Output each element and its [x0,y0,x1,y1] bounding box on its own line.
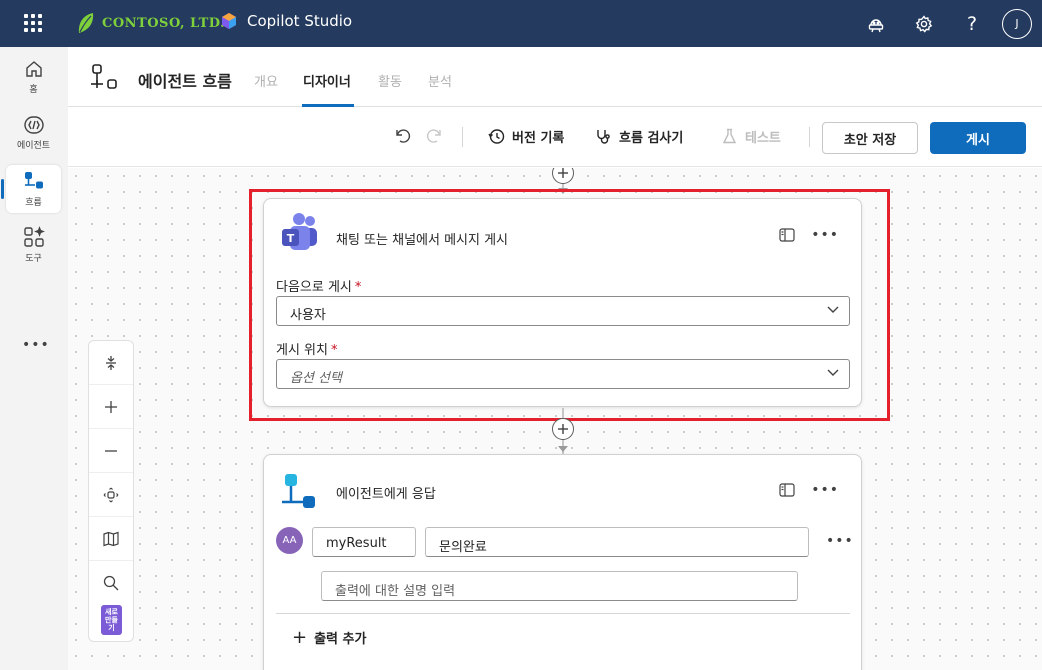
toolbar-divider [809,127,810,147]
leaf-logo-icon [78,13,94,33]
agent-environment-icon[interactable] [852,0,900,47]
panel-icon[interactable] [779,228,795,242]
left-rail: 홈 에이전트 흐름 도구 ••• [0,47,68,670]
agent-icon [23,116,44,134]
map-icon [103,531,119,546]
user-avatar[interactable]: J [1002,8,1032,39]
post-message-card[interactable]: T 채팅 또는 채널에서 메시지 게시 ••• 다음으로 게시 * 사용자 게시 … [263,198,862,407]
card-title: 채팅 또는 채널에서 메시지 게시 [336,233,509,248]
copilot-studio-logo-icon [222,13,236,29]
panel-icon[interactable] [779,483,795,497]
settings-icon[interactable] [900,0,948,47]
tab-activity[interactable]: 활동 [378,71,402,90]
rail-item-flows[interactable]: 흐름 [1,165,61,213]
company-name: CONTOSO, LTD. [102,15,226,31]
rail-item-home[interactable]: 홈 [6,53,61,101]
version-history-button[interactable]: 버전 기록 [488,127,564,146]
home-icon [25,61,42,77]
rail-item-tools[interactable]: 도구 [6,221,61,269]
history-icon [488,129,505,144]
tab-analytics[interactable]: 분석 [428,71,452,90]
card-title: 에이전트에게 응답 [336,487,436,502]
fit-view-icon [103,487,119,502]
flow-page-icon [91,64,117,89]
fit-view-button[interactable] [89,473,133,517]
add-output-button[interactable]: + 출력 추가 [292,627,366,648]
test-button[interactable]: 테스트 [721,127,781,146]
teams-icon: T [282,213,317,250]
output-name-input[interactable]: myResult [312,527,416,557]
svg-text:T: T [287,232,295,245]
product-name[interactable]: Copilot Studio [220,12,352,30]
search-icon [103,575,119,591]
minus-icon [105,449,117,452]
flask-icon [722,128,737,144]
company-logo[interactable]: CONTOSO, LTD. [76,11,225,35]
connector-arrow [558,446,568,452]
post-in-dropdown[interactable]: 옵션 선택 [276,359,850,389]
post-as-dropdown[interactable]: 사용자 [276,296,850,326]
zoom-controls: 새로 만들 기 [88,340,134,642]
rail-more-button[interactable]: ••• [22,337,50,353]
plus-icon [558,168,568,178]
respond-to-agent-card[interactable]: 에이전트에게 응답 ••• AA myResult 문의완료 ••• 출력에 대… [263,454,862,670]
search-button[interactable] [89,561,133,605]
plus-icon: + [292,627,308,648]
undo-icon [396,129,411,143]
save-draft-button[interactable]: 초안 저장 [822,122,918,154]
output-description-input[interactable]: 출력에 대한 설명 입력 [321,571,798,601]
flow-icon [24,172,43,189]
flow-canvas[interactable]: 새로 만들 기 T 채팅 또는 채널에서 메시지 게시 ••• 다음으로 게시 … [68,168,1042,670]
plus-icon [105,400,117,413]
output-value-input[interactable]: 문의완료 [425,527,809,557]
top-bar: CONTOSO, LTD. Copilot Studio ? J [0,0,1042,47]
more-options-button[interactable]: ••• [811,482,839,498]
page-header: 에이전트 흐름 개요 디자이너 활동 분석 [68,47,1042,107]
card-divider [276,613,850,614]
zoom-out-button[interactable] [89,429,133,473]
undo-button[interactable] [394,127,419,145]
more-options-button[interactable]: ••• [811,227,839,243]
tools-icon [23,226,45,247]
chevron-down-icon [827,306,839,313]
collapse-expand-button[interactable] [89,341,133,385]
tab-designer[interactable]: 디자이너 [303,71,351,90]
zoom-in-button[interactable] [89,385,133,429]
post-in-label: 게시 위치 * [276,343,338,358]
add-step-button[interactable] [552,418,574,440]
rail-item-agents[interactable]: 에이전트 [6,109,61,157]
page-title: 에이전트 흐름 [138,72,232,91]
main-area: 에이전트 흐름 개요 디자이너 활동 분석 버전 기록 흐름 검사기 테스트 초… [68,47,1042,670]
plus-icon [558,424,568,434]
waffle-icon[interactable] [24,14,42,32]
publish-button[interactable]: 게시 [930,122,1026,154]
output-more-button[interactable]: ••• [826,533,854,549]
help-icon[interactable]: ? [948,0,996,47]
flow-respond-icon [282,474,315,508]
designer-toolbar: 버전 기록 흐름 검사기 테스트 초안 저장 게시 [68,107,1042,167]
add-step-button[interactable] [552,168,574,184]
chevron-down-icon [827,369,839,376]
tab-overview[interactable]: 개요 [254,71,278,90]
collapse-vertical-icon [106,355,116,370]
redo-icon [426,129,441,143]
redo-button[interactable] [425,127,450,145]
stethoscope-icon [597,130,610,144]
minimap-button[interactable] [89,517,133,561]
new-feature-badge[interactable]: 새로 만들 기 [101,605,122,635]
text-variable-icon: AA [276,527,303,554]
flow-checker-button[interactable]: 흐름 검사기 [595,127,683,146]
post-as-label: 다음으로 게시 * [276,280,362,295]
toolbar-divider [462,127,463,147]
